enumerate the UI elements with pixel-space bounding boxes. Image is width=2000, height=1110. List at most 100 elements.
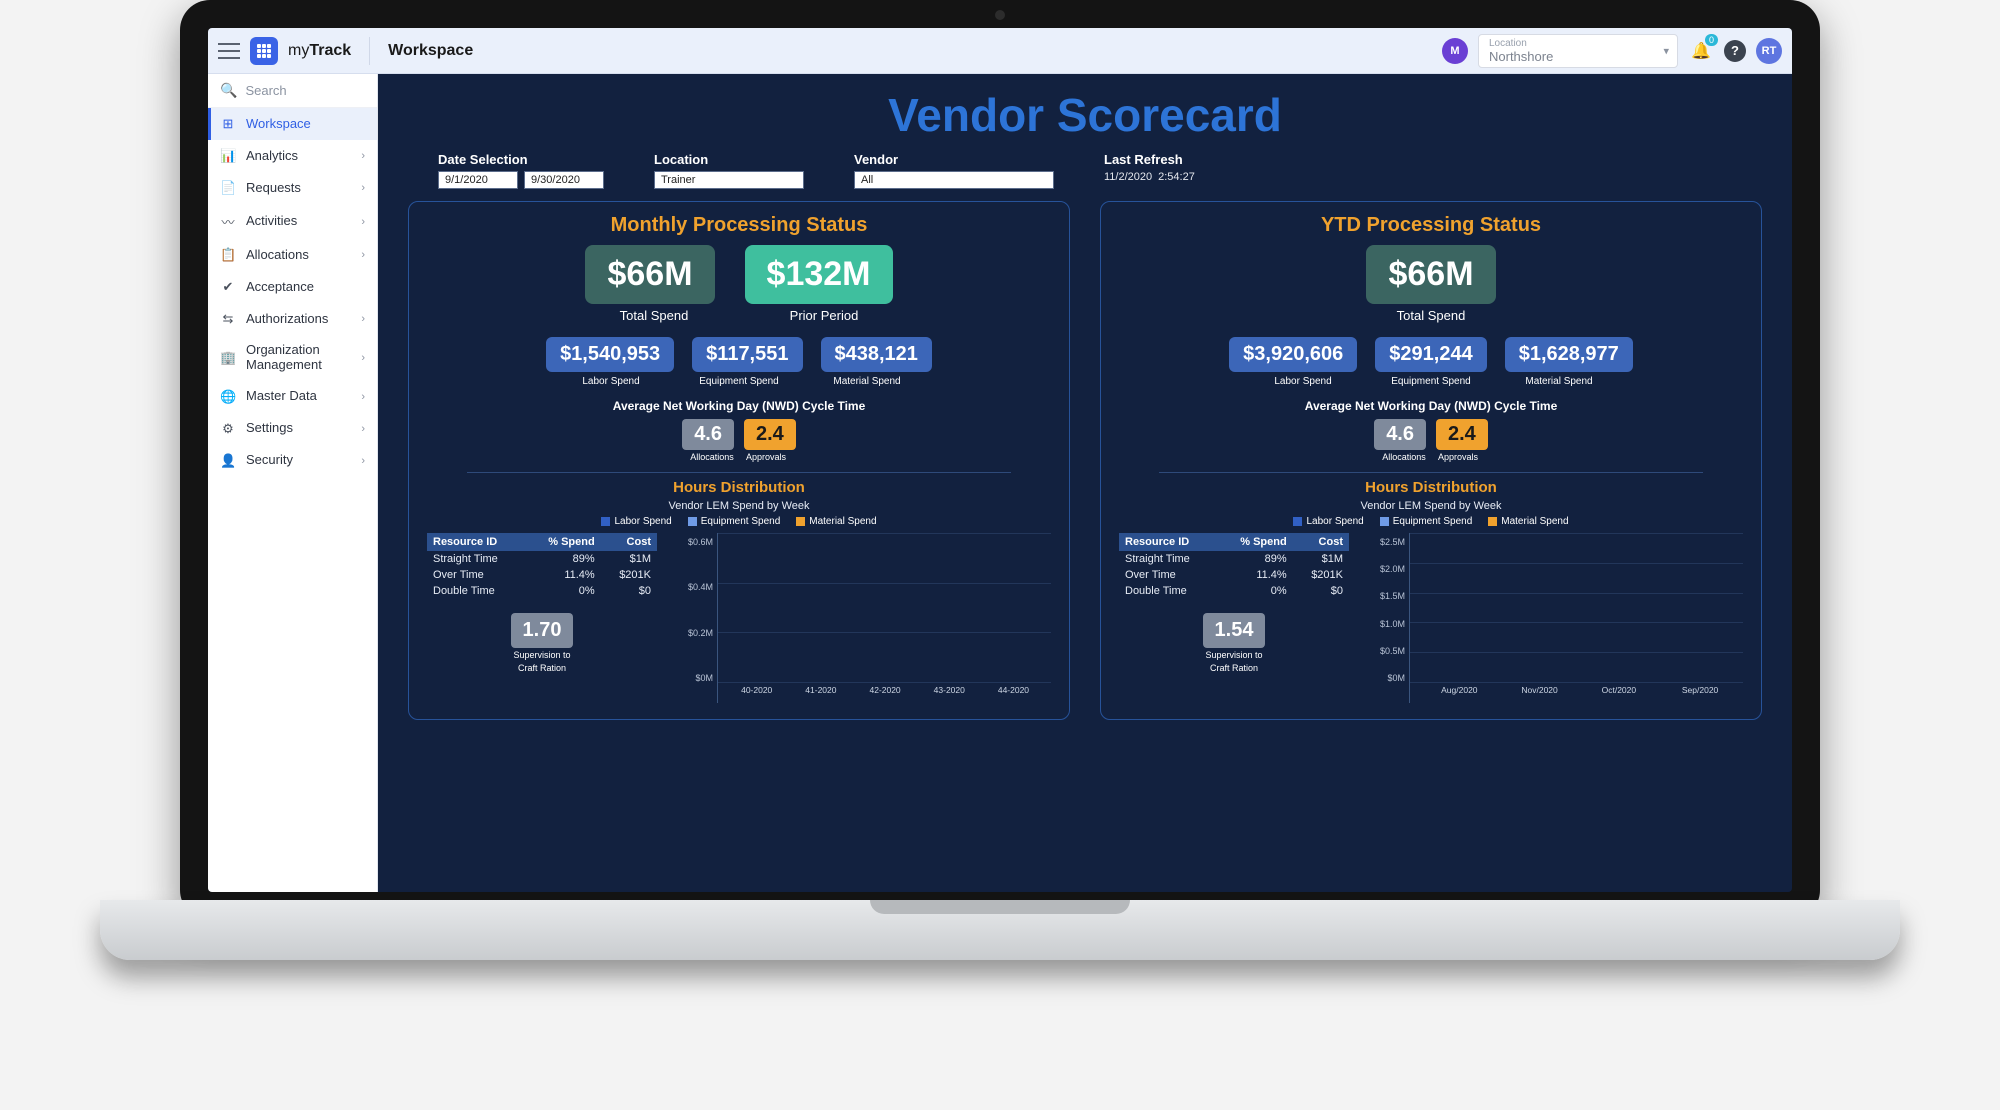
- monthly-ratio-label1: Supervision to: [427, 651, 657, 661]
- ytd-avg-nwd-label: Average Net Working Day (NWD) Cycle Time: [1119, 399, 1743, 413]
- account-avatar-m[interactable]: M: [1442, 38, 1468, 64]
- legend-labor: Labor Spend: [1293, 516, 1363, 527]
- legend-equipment: Equipment Spend: [688, 516, 781, 527]
- hamburger-menu-icon[interactable]: [218, 43, 240, 59]
- user-avatar-rt[interactable]: RT: [1756, 38, 1782, 64]
- monthly-labor-spend: $1,540,953: [546, 337, 674, 372]
- filter-location-label: Location: [654, 152, 804, 167]
- sidebar-item-label: Authorizations: [246, 312, 328, 327]
- filter-date-label: Date Selection: [438, 152, 604, 167]
- app-screen: myTrack Workspace M Location Northshore …: [208, 28, 1792, 892]
- search-placeholder: Search: [245, 83, 286, 98]
- notifications-button[interactable]: 🔔 0: [1688, 38, 1714, 64]
- monthly-card: Monthly Processing Status $66M $132M Tot…: [408, 201, 1070, 720]
- location-select[interactable]: Trainer: [654, 171, 804, 189]
- divider: [467, 472, 1011, 473]
- monthly-total-spend-label: Total Spend: [584, 308, 724, 323]
- sidebar-item-analytics[interactable]: 📊Analytics›: [208, 140, 377, 172]
- refresh-time: 2:54:27: [1158, 171, 1195, 183]
- table-header: % Spend: [526, 533, 601, 551]
- sidebar-icon: ⚙: [220, 421, 236, 437]
- filter-location: Location Trainer: [654, 152, 804, 189]
- table-header: % Spend: [1218, 533, 1293, 551]
- chevron-down-icon: ▾: [1663, 44, 1669, 57]
- sidebar-item-security[interactable]: 👤Security›: [208, 445, 377, 477]
- screen-bezel: myTrack Workspace M Location Northshore …: [180, 0, 1820, 920]
- sidebar-item-requests[interactable]: 📄Requests›: [208, 172, 377, 204]
- vendor-select[interactable]: All: [854, 171, 1054, 189]
- location-selector[interactable]: Location Northshore ▾: [1478, 34, 1678, 68]
- brand-main: Track: [309, 42, 351, 59]
- table-header: Resource ID: [1119, 533, 1218, 551]
- legend-material: Material Spend: [1488, 516, 1568, 527]
- sidebar-item-acceptance[interactable]: ✔Acceptance: [208, 271, 377, 303]
- app-logo-icon[interactable]: [250, 37, 278, 65]
- monthly-resource-table: Resource ID % Spend Cost Straight Time89…: [427, 533, 657, 599]
- chevron-right-icon: ›: [361, 391, 365, 403]
- sidebar-icon: 🏢: [220, 350, 236, 366]
- sidebar-icon: 📊: [220, 148, 236, 164]
- divider: [1159, 472, 1703, 473]
- card-row: Monthly Processing Status $66M $132M Tot…: [408, 201, 1762, 720]
- sidebar-nav: ⊞Workspace📊Analytics›📄Requests›〰Activiti…: [208, 108, 377, 477]
- monthly-total-spend-pill: $66M: [585, 245, 714, 304]
- chevron-right-icon: ›: [361, 455, 365, 467]
- date-from-input[interactable]: 9/1/2020: [438, 171, 518, 189]
- search-icon: 🔍: [220, 82, 237, 99]
- sidebar-item-authorizations[interactable]: ⇆Authorizations›: [208, 303, 377, 335]
- monthly-title: Monthly Processing Status: [427, 214, 1051, 237]
- chevron-right-icon: ›: [361, 352, 365, 364]
- table-row: Double Time0%$0: [427, 583, 657, 599]
- ytd-hours-title: Hours Distribution: [1119, 479, 1743, 496]
- legend-equipment: Equipment Spend: [1380, 516, 1473, 527]
- refresh-date: 11/2/2020: [1104, 171, 1152, 183]
- chevron-right-icon: ›: [361, 423, 365, 435]
- sidebar-item-settings[interactable]: ⚙Settings›: [208, 413, 377, 445]
- table-header: Resource ID: [427, 533, 526, 551]
- monthly-legend: Labor Spend Equipment Spend Material Spe…: [427, 516, 1051, 527]
- app-body: 🔍 Search ⊞Workspace📊Analytics›📄Requests›…: [208, 74, 1792, 892]
- sidebar-item-label: Activities: [246, 214, 297, 229]
- sidebar-item-organization-management[interactable]: 🏢Organization Management›: [208, 335, 377, 381]
- chevron-right-icon: ›: [361, 313, 365, 325]
- sidebar-item-master-data[interactable]: 🌐Master Data›: [208, 381, 377, 413]
- ytd-ratio: 1.54 Supervision to Craft Ration: [1119, 613, 1349, 674]
- page-title: Vendor Scorecard: [408, 88, 1762, 142]
- ytd-ratio-label2: Craft Ration: [1119, 664, 1349, 674]
- ytd-labor-spend: $3,920,606: [1229, 337, 1357, 372]
- monthly-equipment-label: Equipment Spend: [684, 376, 794, 387]
- ytd-resource-table: Resource ID % Spend Cost Straight Time89…: [1119, 533, 1349, 599]
- sidebar: 🔍 Search ⊞Workspace📊Analytics›📄Requests›…: [208, 74, 378, 892]
- header-divider: [369, 37, 370, 65]
- sidebar-item-activities[interactable]: 〰Activities›: [208, 204, 377, 239]
- dashboard: Vendor Scorecard Date Selection 9/1/2020…: [378, 74, 1792, 892]
- monthly-ratio: 1.70 Supervision to Craft Ration: [427, 613, 657, 674]
- table-row: Over Time11.4%$201K: [427, 567, 657, 583]
- chevron-right-icon: ›: [361, 216, 365, 228]
- sidebar-item-label: Acceptance: [246, 280, 314, 295]
- refresh-label: Last Refresh: [1104, 152, 1195, 167]
- ytd-card: YTD Processing Status $66M Total Spend $…: [1100, 201, 1762, 720]
- search-input[interactable]: 🔍 Search: [208, 74, 377, 108]
- monthly-table-wrap: Resource ID % Spend Cost Straight Time89…: [427, 533, 657, 703]
- table-header: Cost: [601, 533, 657, 551]
- laptop-base: [100, 900, 1900, 960]
- sidebar-icon: 📋: [220, 247, 236, 263]
- sidebar-item-allocations[interactable]: 📋Allocations›: [208, 239, 377, 271]
- monthly-material-label: Material Spend: [812, 376, 922, 387]
- brand-prefix: my: [288, 42, 309, 59]
- table-row: Straight Time89%$1M: [427, 551, 657, 567]
- help-button[interactable]: ?: [1724, 40, 1746, 62]
- filter-date: Date Selection 9/1/2020 9/30/2020: [438, 152, 604, 189]
- monthly-avg-nwd-label: Average Net Working Day (NWD) Cycle Time: [427, 399, 1051, 413]
- ytd-chart-title: Vendor LEM Spend by Week: [1119, 500, 1743, 512]
- monthly-labor-label: Labor Spend: [556, 376, 666, 387]
- monthly-chart-title: Vendor LEM Spend by Week: [427, 500, 1051, 512]
- ytd-approvals: 2.4: [1436, 419, 1488, 450]
- monthly-approvals-label: Approvals: [744, 452, 788, 462]
- sidebar-item-workspace[interactable]: ⊞Workspace: [208, 108, 377, 140]
- date-to-input[interactable]: 9/30/2020: [524, 171, 604, 189]
- sidebar-item-label: Requests: [246, 181, 301, 196]
- ytd-equipment-spend: $291,244: [1375, 337, 1486, 372]
- legend-labor: Labor Spend: [601, 516, 671, 527]
